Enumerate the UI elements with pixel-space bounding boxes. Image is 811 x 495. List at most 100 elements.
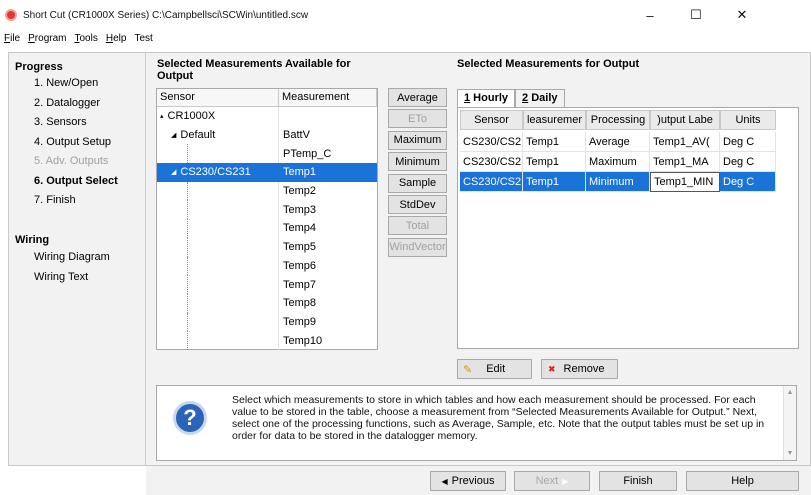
menu-program[interactable]: Program	[24, 33, 70, 44]
scroll-down-icon[interactable]: ▼	[784, 450, 796, 457]
remove-button[interactable]: ✖ Remove	[541, 359, 618, 379]
arrow-right-icon: ▶	[562, 476, 569, 486]
expander-icon[interactable]: ◢	[171, 131, 176, 139]
output-cell-sensor[interactable]: CS230/CS2	[460, 132, 523, 152]
tree-row[interactable]: Temp4	[157, 219, 377, 238]
menu-test[interactable]: Test	[130, 33, 156, 44]
expander-icon[interactable]: ◢	[171, 168, 176, 176]
output-cell-processing[interactable]: Maximum	[586, 152, 650, 172]
output-cell-label[interactable]: Temp1_MA	[650, 152, 720, 172]
tree-measurement-label: Temp2	[283, 185, 317, 198]
tree-measurement-label: Temp4	[283, 222, 317, 235]
tree-row[interactable]: ◢ Default BattV	[157, 125, 377, 145]
out-col-measurement[interactable]: leasuremer	[523, 110, 586, 130]
output-cell-measurement[interactable]: Temp1	[523, 172, 586, 192]
maximum-button[interactable]: Maximum	[388, 130, 447, 150]
tree-row[interactable]: Temp7	[157, 275, 377, 294]
main-content: Selected Measurements Available for Outp…	[146, 52, 811, 466]
tree-sensor-label: CR1000X	[167, 110, 216, 123]
tree-measurement-label: PTemp_C	[283, 147, 332, 160]
output-cell-units[interactable]: Deg C	[720, 172, 776, 192]
output-row[interactable]: CS230/CS2 Temp1 Maximum Temp1_MA Deg C	[460, 152, 796, 172]
output-row[interactable]: CS230/CS2 Temp1 Average Temp1_AV(Deg C	[460, 132, 796, 152]
nav-wiring-diagram[interactable]: Wiring Diagram	[34, 251, 110, 263]
progress-title: Progress	[15, 61, 63, 73]
out-col-units[interactable]: Units	[720, 110, 776, 130]
out-col-sensor[interactable]: Sensor	[460, 110, 523, 130]
output-cell-processing[interactable]: Average	[586, 132, 650, 152]
help-scrollbar[interactable]: ▲ ▼	[783, 386, 796, 460]
tree-row[interactable]: Temp6	[157, 256, 377, 276]
output-heading: Selected Measurements for Output	[457, 58, 640, 70]
out-col-processing[interactable]: Processing	[586, 110, 650, 130]
tree-row[interactable]: Temp8	[157, 293, 377, 313]
nav-output-select[interactable]: 6. Output Select	[34, 175, 118, 187]
tree-measurement-label: Temp6	[283, 259, 317, 272]
minimize-button[interactable]: –	[627, 0, 673, 30]
window-title: Short Cut (CR1000X Series) C:\Campbellsc…	[23, 9, 309, 21]
minimum-button[interactable]: Minimum	[388, 152, 447, 172]
tree-row[interactable]: Temp2	[157, 181, 377, 201]
tree-connector	[187, 331, 195, 350]
menu-file[interactable]: File	[0, 33, 24, 44]
tree-row[interactable]: PTemp_C	[157, 144, 377, 164]
help-button[interactable]: Help	[686, 471, 799, 491]
nav-finish[interactable]: 7. Finish	[34, 194, 76, 206]
col-measurement[interactable]: Measurement	[279, 89, 377, 106]
tree-connector	[187, 237, 195, 257]
available-heading: Selected Measurements Available for Outp…	[157, 58, 351, 82]
output-cell-sensor[interactable]: CS230/CS2	[460, 172, 523, 192]
menu-help[interactable]: Help	[102, 33, 131, 44]
output-cell-units[interactable]: Deg C	[720, 152, 776, 172]
output-cell-sensor[interactable]: CS230/CS2	[460, 152, 523, 172]
app-logo-icon	[5, 9, 17, 21]
stddev-button[interactable]: StdDev	[388, 195, 447, 214]
output-cell-processing[interactable]: Minimum	[586, 172, 650, 192]
tree-connector	[187, 256, 195, 276]
output-cell-measurement[interactable]: Temp1	[523, 152, 586, 172]
col-sensor[interactable]: Sensor	[157, 89, 279, 106]
tab-daily[interactable]: 2 Daily	[515, 89, 565, 107]
expander-icon[interactable]: ▴	[160, 112, 164, 120]
output-cell-label[interactable]: Temp1_AV(	[650, 132, 720, 152]
close-button[interactable]: ✕	[719, 0, 765, 30]
tree-connector	[187, 181, 195, 201]
tree-row[interactable]: ▴ CR1000X	[157, 107, 377, 126]
eto-button: ETo	[388, 109, 447, 129]
title-bar: Short Cut (CR1000X Series) C:\Campbellsc…	[0, 0, 811, 30]
nav-sensors[interactable]: 3. Sensors	[34, 116, 87, 128]
nav-datalogger[interactable]: 2. Datalogger	[34, 97, 100, 109]
remove-x-icon: ✖	[548, 363, 556, 374]
tree-measurement-label: Temp7	[283, 278, 317, 291]
finish-button[interactable]: Finish	[599, 471, 677, 491]
output-cell-units[interactable]: Deg C	[720, 132, 776, 152]
tree-connector	[187, 219, 195, 238]
nav-adv-outputs: 5. Adv. Outputs	[34, 155, 109, 167]
tree-row[interactable]: Temp9	[157, 312, 377, 332]
menu-tools[interactable]: Tools	[70, 33, 101, 44]
scroll-up-icon[interactable]: ▲	[784, 389, 796, 396]
nav-wiring-text[interactable]: Wiring Text	[34, 271, 88, 283]
tree-measurement-label: Temp8	[283, 297, 317, 310]
sample-button[interactable]: Sample	[388, 173, 447, 193]
output-cell-measurement[interactable]: Temp1	[523, 132, 586, 152]
nav-new-open[interactable]: 1. New/Open	[34, 77, 98, 89]
output-row[interactable]: CS230/CS2 Temp1 Minimum Temp1_MIN Deg C	[460, 172, 796, 192]
edit-button[interactable]: ✎ Edit	[457, 359, 532, 379]
tab-hourly[interactable]: 1 Hourly	[457, 89, 516, 107]
output-table[interactable]: Sensor leasuremer Processing )utput Labe…	[457, 107, 799, 349]
measurement-tree[interactable]: Sensor Measurement ▴ CR1000X ◢ Default BattV…	[156, 88, 378, 350]
nav-output-setup[interactable]: 4. Output Setup	[34, 136, 111, 148]
maximize-button[interactable]: ☐	[673, 0, 719, 30]
out-col-output-label[interactable]: )utput Labe	[650, 110, 720, 130]
tree-row[interactable]: Temp3	[157, 200, 377, 220]
tree-row[interactable]: ◢ CS230/CS231 Temp1	[157, 163, 377, 182]
average-button[interactable]: Average	[388, 88, 447, 107]
tree-measurement-label: Temp9	[283, 315, 317, 328]
tree-row[interactable]: Temp10	[157, 331, 377, 350]
tree-connector	[187, 293, 195, 313]
tree-row[interactable]: Temp5	[157, 237, 377, 257]
output-cell-label[interactable]: Temp1_MIN	[650, 172, 720, 192]
previous-button[interactable]: ◀ Previous	[430, 471, 506, 491]
help-box: ? Select which measurements to store in …	[156, 385, 797, 461]
